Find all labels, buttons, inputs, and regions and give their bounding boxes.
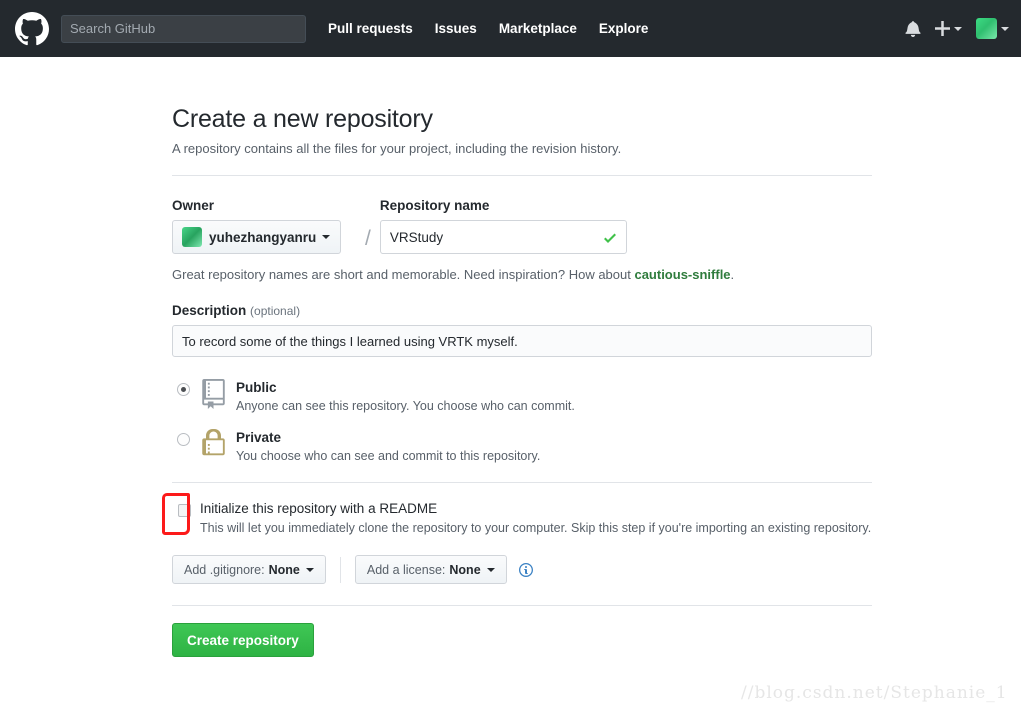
plus-icon <box>935 21 950 36</box>
repository-name-field[interactable] <box>379 220 627 254</box>
radio-public[interactable] <box>177 383 190 396</box>
visibility-public-title: Public <box>236 380 277 395</box>
chevron-down-icon <box>322 235 331 239</box>
description-group: Description (optional) <box>172 303 872 357</box>
divider-vertical <box>339 556 341 583</box>
nav-pull-requests[interactable]: Pull requests <box>328 21 413 36</box>
visibility-private-text: Private You choose who can see and commi… <box>236 429 540 463</box>
chevron-down-icon <box>486 567 495 572</box>
readme-text: Initialize this repository with a README… <box>200 501 871 535</box>
owner-avatar <box>182 227 202 247</box>
template-options-row: Add .gitignore: None Add a license: None <box>172 555 872 584</box>
readme-option: Initialize this repository with a README… <box>162 493 872 535</box>
readme-title: Initialize this repository with a README <box>200 501 438 516</box>
avatar <box>976 18 997 39</box>
create-repository-button[interactable]: Create repository <box>172 623 314 657</box>
owner-name-separator: / <box>365 227 371 250</box>
divider-middle <box>172 482 872 483</box>
user-menu-button[interactable] <box>976 18 1009 39</box>
visibility-public-text: Public Anyone can see this repository. Y… <box>236 379 575 413</box>
owner-field-group: Owner yuhezhangyanru <box>172 198 365 254</box>
visibility-private-title: Private <box>236 430 282 445</box>
search-placeholder: Search GitHub <box>70 21 156 36</box>
hint-suffix: . <box>730 267 735 282</box>
divider-top <box>172 175 872 176</box>
watermark: //blog.csdn.net/Stephanie_1 <box>741 683 1008 703</box>
github-octocat-icon[interactable] <box>15 11 49 46</box>
visibility-private-description: You choose who can see and commit to thi… <box>236 449 541 463</box>
visibility-option-private[interactable]: Private You choose who can see and commi… <box>172 429 872 463</box>
readme-checkbox[interactable] <box>178 504 191 517</box>
notifications-button[interactable] <box>905 20 921 37</box>
description-field[interactable] <box>172 325 872 357</box>
nav-marketplace[interactable]: Marketplace <box>499 21 577 36</box>
gitignore-select[interactable]: Add .gitignore: None <box>172 555 326 584</box>
repository-name-label: Repository name <box>379 198 490 213</box>
owner-label: Owner <box>172 198 215 213</box>
gitignore-value: None <box>268 562 300 577</box>
info-circle-icon[interactable] <box>518 562 534 578</box>
chevron-down-icon <box>305 567 314 572</box>
repo-name-hint: Great repository names are short and mem… <box>172 267 872 282</box>
visibility-public-description: Anyone can see this repository. You choo… <box>236 399 575 413</box>
description-label-text: Description <box>172 303 247 318</box>
visibility-option-public[interactable]: Public Anyone can see this repository. Y… <box>172 379 872 413</box>
new-repo-form: Create a new repository A repository con… <box>162 105 872 657</box>
repository-name-input[interactable] <box>380 221 626 253</box>
divider-bottom <box>172 605 872 606</box>
header-right-actions <box>891 0 1009 57</box>
license-label: Add a license: <box>366 562 446 577</box>
license-select[interactable]: Add a license: None <box>354 555 507 584</box>
global-header: Search GitHub Pull requests Issues Marke… <box>0 0 1021 57</box>
gitignore-label: Add .gitignore: <box>184 562 265 577</box>
radio-private[interactable] <box>177 433 190 446</box>
chevron-down-icon <box>954 26 962 31</box>
readme-description: This will let you immediately clone the … <box>200 521 872 535</box>
owner-select[interactable]: yuhezhangyanru <box>172 220 341 254</box>
repo-book-icon <box>202 379 225 409</box>
bell-icon <box>905 21 921 37</box>
create-new-button[interactable] <box>935 21 962 36</box>
owner-name: yuhezhangyanru <box>209 229 317 245</box>
description-optional-label: (optional) <box>250 304 301 318</box>
page-subtitle: A repository contains all the files for … <box>172 141 622 156</box>
owner-and-name-row: Owner yuhezhangyanru / Repository name <box>172 198 872 254</box>
green-check-icon <box>603 233 616 243</box>
nav-explore[interactable]: Explore <box>599 21 649 36</box>
nav-issues[interactable]: Issues <box>435 21 477 36</box>
visibility-options: Public Anyone can see this repository. Y… <box>172 379 872 463</box>
license-value: None <box>449 562 481 577</box>
description-label: Description (optional) <box>172 303 872 318</box>
page-title: Create a new repository <box>172 105 433 133</box>
repository-name-group: Repository name <box>379 198 872 254</box>
search-input[interactable]: Search GitHub <box>61 14 306 43</box>
lock-icon <box>202 429 225 456</box>
page-body: Create a new repository A repository con… <box>0 57 1021 657</box>
suggested-name[interactable]: cautious-sniffle <box>634 267 730 282</box>
chevron-down-icon <box>1001 26 1009 31</box>
hint-text: Great repository names are short and mem… <box>172 267 635 282</box>
description-input[interactable] <box>173 326 871 356</box>
header-nav: Pull requests Issues Marketplace Explore <box>328 21 670 36</box>
